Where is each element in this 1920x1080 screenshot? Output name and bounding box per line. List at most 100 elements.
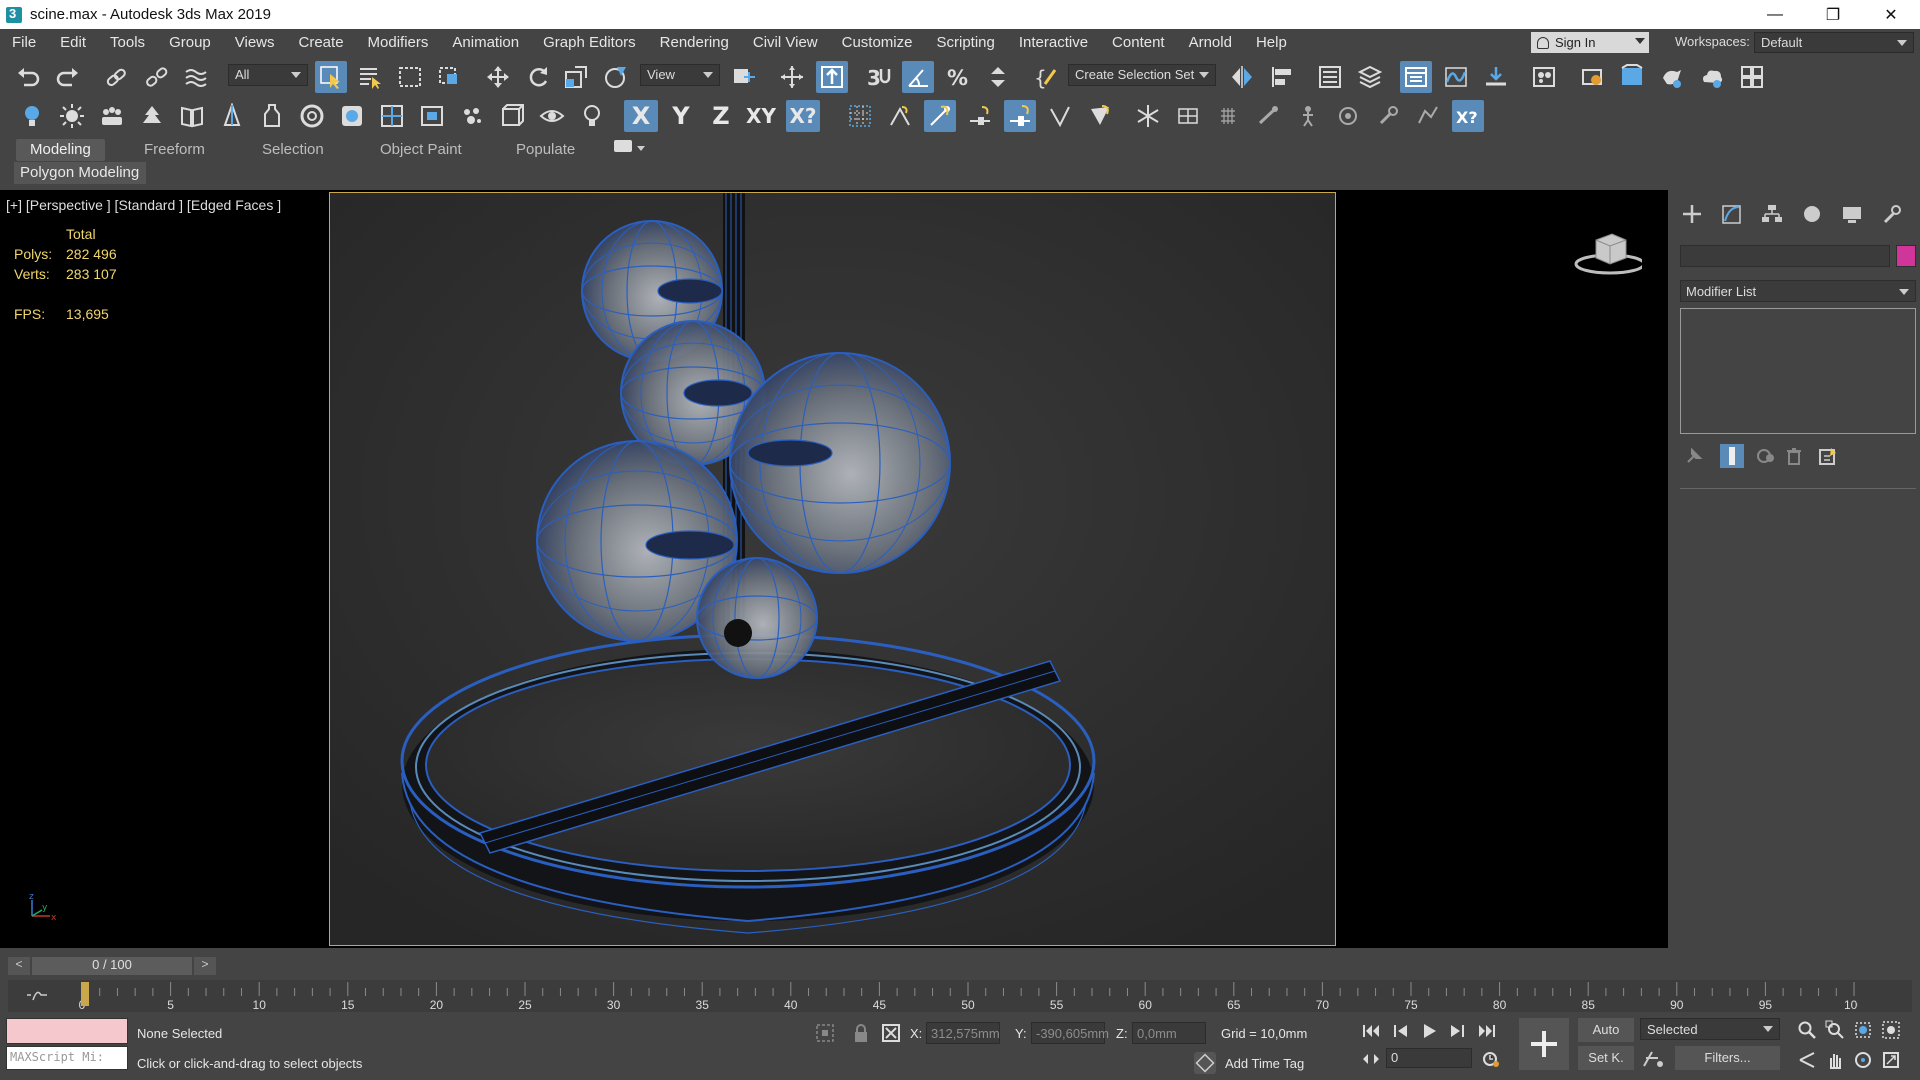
time-tag-icon[interactable] (1194, 1052, 1216, 1074)
tab-selection[interactable]: Selection (248, 139, 338, 161)
menu-modifiers[interactable]: Modifiers (356, 34, 441, 51)
particles-icon[interactable] (456, 100, 488, 132)
key-filters-icon[interactable] (1640, 1048, 1666, 1073)
scene-explorer-icon[interactable] (1314, 61, 1346, 93)
menu-animation[interactable]: Animation (440, 34, 531, 51)
show-end-result-icon[interactable] (1720, 444, 1744, 468)
current-frame-field[interactable]: 0 (1386, 1048, 1472, 1068)
select-manipulate-icon[interactable] (776, 61, 808, 93)
menu-scripting[interactable]: Scripting (924, 34, 1006, 51)
place-icon[interactable] (600, 61, 632, 93)
bulb-icon[interactable] (576, 100, 608, 132)
add-time-tag[interactable]: Add Time Tag (1225, 1056, 1304, 1071)
ribbon-options-icon[interactable] (614, 140, 632, 152)
time-slider[interactable]: < 0 / 100 > (8, 955, 1658, 977)
maxscript-listener-output[interactable] (6, 1018, 128, 1044)
go-to-end-icon[interactable] (1474, 1020, 1500, 1042)
render-production-icon[interactable] (1656, 61, 1688, 93)
key-filters-button[interactable]: Filters... (1675, 1046, 1780, 1070)
orbit-icon[interactable] (1850, 1048, 1876, 1072)
tree-icon[interactable] (216, 100, 248, 132)
window-crossing-icon[interactable] (434, 61, 466, 93)
restrict-y-axis[interactable]: Y (664, 100, 698, 132)
bottle-icon[interactable] (256, 100, 288, 132)
create-tab-plus-icon[interactable] (1678, 200, 1706, 228)
restrict-x-axis[interactable]: X (624, 100, 658, 132)
zoom-extents-all-icon[interactable] (1878, 1018, 1904, 1042)
menu-arnold[interactable]: Arnold (1177, 34, 1244, 51)
selection-filter-dropdown[interactable]: All (228, 64, 308, 86)
menu-civil-view[interactable]: Civil View (741, 34, 830, 51)
restrict-xyz-button[interactable]: X? (786, 100, 820, 132)
snap-vertex-icon[interactable] (884, 100, 916, 132)
xyz-active-icon[interactable]: X? (1452, 100, 1484, 132)
menu-tools[interactable]: Tools (98, 34, 157, 51)
time-configuration-icon[interactable] (1478, 1048, 1504, 1070)
modifier-stack[interactable] (1680, 308, 1916, 434)
grid-small-icon[interactable] (1212, 100, 1244, 132)
menu-customize[interactable]: Customize (830, 34, 925, 51)
wrench-small-icon[interactable] (1372, 100, 1404, 132)
play-icon[interactable] (1416, 1020, 1442, 1042)
restrict-z-axis[interactable]: Z (704, 100, 738, 132)
absolute-mode-transform-icon[interactable] (880, 1022, 902, 1047)
snap-tangent-icon[interactable] (1044, 100, 1076, 132)
freeze-icon[interactable] (1132, 100, 1164, 132)
align-icon[interactable] (1266, 61, 1298, 93)
schematic-view-icon[interactable] (1480, 61, 1512, 93)
material-editor-icon[interactable] (1528, 61, 1560, 93)
x-coord-field[interactable]: 312,575mm (926, 1022, 1000, 1044)
move-icon[interactable] (482, 61, 514, 93)
render-setup-icon[interactable] (1576, 61, 1608, 93)
sun-icon[interactable] (56, 100, 88, 132)
next-frame-icon[interactable] (1444, 1020, 1470, 1042)
bind-space-warp-icon[interactable] (180, 61, 212, 93)
undo-icon[interactable] (12, 61, 44, 93)
menu-create[interactable]: Create (287, 34, 356, 51)
time-slider-prev[interactable]: < (8, 957, 30, 975)
z-coord-field[interactable]: 0,0mm (1132, 1022, 1206, 1044)
rotate-icon[interactable] (522, 61, 554, 93)
edit-named-selection-icon[interactable]: { (1030, 61, 1062, 93)
select-by-name-icon[interactable] (354, 61, 386, 93)
render-in-cloud-icon[interactable] (1696, 61, 1728, 93)
eye-icon[interactable] (536, 100, 568, 132)
book-icon[interactable] (176, 100, 208, 132)
create-selection-set-dropdown[interactable]: Create Selection Set (1068, 64, 1216, 86)
workspaces-select[interactable]: Default (1754, 32, 1914, 53)
pin-stack-icon[interactable] (1684, 446, 1704, 469)
safe-frame[interactable] (329, 192, 1336, 946)
minimize-icon[interactable]: — (1746, 0, 1804, 29)
scale-icon[interactable] (560, 61, 592, 93)
sign-in-dropdown[interactable]: Sign In (1531, 32, 1649, 53)
snap-perpendicular-icon[interactable] (1084, 100, 1116, 132)
toggle-ribbon-icon[interactable] (1400, 61, 1432, 93)
pan-hand-icon[interactable] (1822, 1048, 1848, 1072)
object-color-swatch[interactable] (1896, 245, 1916, 267)
menu-graph-editors[interactable]: Graph Editors (531, 34, 648, 51)
bone-icon[interactable] (1252, 100, 1284, 132)
sphere-render-icon[interactable] (336, 100, 368, 132)
skin-icon[interactable] (1332, 100, 1364, 132)
menu-interactive[interactable]: Interactive (1007, 34, 1100, 51)
menu-edit[interactable]: Edit (48, 34, 98, 51)
curve-editor-icon[interactable] (1440, 61, 1472, 93)
tab-object-paint[interactable]: Object Paint (366, 139, 476, 161)
crowd-icon[interactable] (96, 100, 128, 132)
make-unique-icon[interactable] (1756, 446, 1776, 469)
menu-views[interactable]: Views (223, 34, 287, 51)
rendered-frame-window-icon[interactable] (1616, 61, 1648, 93)
y-coord-field[interactable]: -390,605mm (1031, 1022, 1109, 1044)
angle-snap-icon[interactable] (902, 61, 934, 93)
light-icon[interactable] (16, 100, 48, 132)
modify-tab-icon[interactable] (1718, 200, 1746, 228)
menu-help[interactable]: Help (1244, 34, 1299, 51)
utilities-tab-wrench-icon[interactable] (1878, 200, 1906, 228)
key-filter-selection-dropdown[interactable]: Selected (1640, 1018, 1780, 1040)
set-key-mode-button[interactable] (1519, 1018, 1569, 1070)
modifier-list-dropdown[interactable]: Modifier List (1680, 280, 1916, 302)
time-slider-thumb[interactable]: 0 / 100 (32, 957, 192, 975)
link-icon[interactable] (100, 61, 132, 93)
select-object-icon[interactable] (315, 61, 347, 93)
menu-file[interactable]: File (0, 34, 48, 51)
